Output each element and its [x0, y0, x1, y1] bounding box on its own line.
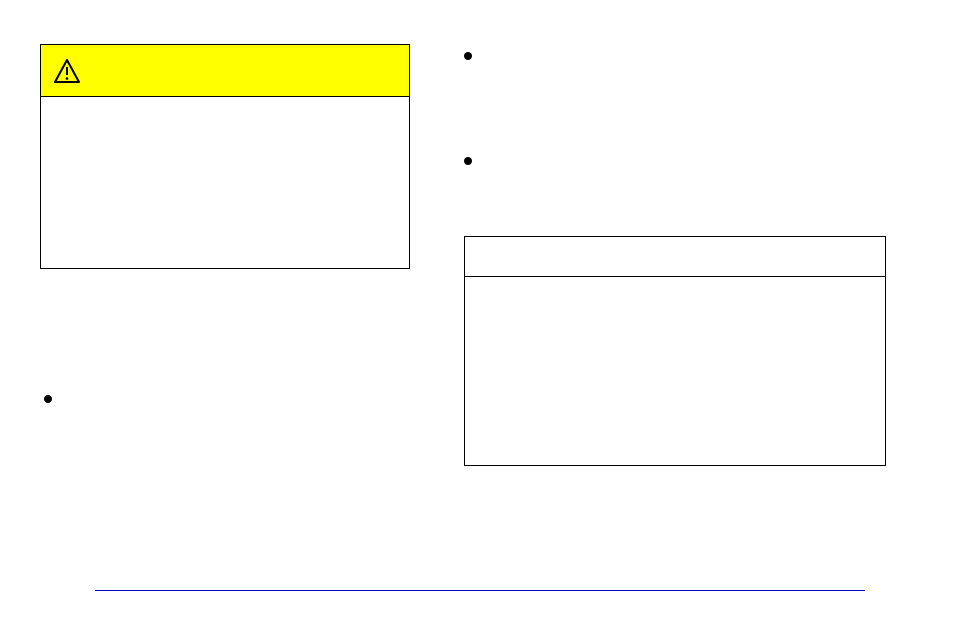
info-box: [464, 236, 886, 466]
caution-box: [40, 44, 410, 269]
bullet-icon: [464, 52, 472, 60]
info-box-header: [465, 237, 885, 277]
footer-divider: [95, 590, 865, 591]
bullet-icon: [464, 157, 472, 165]
caution-header: [41, 45, 409, 97]
caution-body: [41, 97, 409, 268]
warning-triangle-icon: [53, 58, 81, 84]
bullet-icon: [44, 395, 52, 403]
